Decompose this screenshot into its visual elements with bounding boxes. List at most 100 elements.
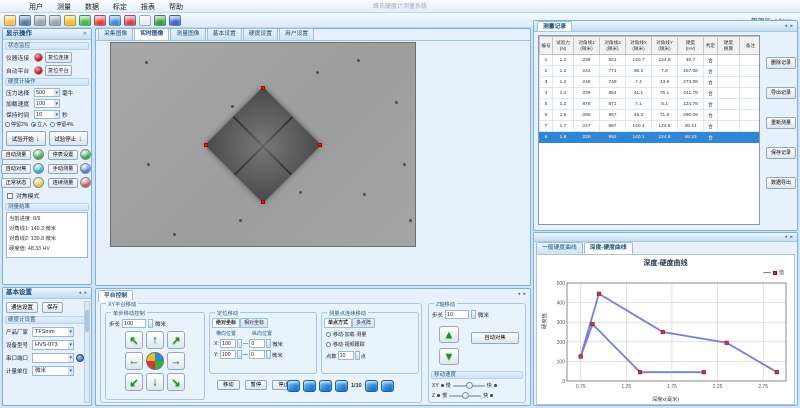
jog-s-button[interactable]: ↓ [146, 373, 164, 391]
test-start-button[interactable]: 试验开始↓ [6, 131, 46, 146]
tab-深度-硬度曲线[interactable]: 深度-硬度曲线 [584, 242, 633, 254]
sequence-radio-option[interactable]: 移动·视频跟踪 [326, 341, 414, 348]
tool-button-target[interactable]: 自动对焦 [1, 164, 31, 174]
map-icon[interactable] [33, 149, 44, 160]
radio-icon[interactable] [326, 332, 331, 337]
jog-e-button[interactable]: → [167, 352, 185, 370]
objective-lens-icon[interactable] [303, 380, 316, 392]
menu-item-1[interactable]: 用户 [24, 1, 48, 13]
jog-ne-button[interactable]: ↗ [167, 331, 185, 349]
export-icon[interactable] [49, 15, 61, 26]
settings-button-2[interactable]: 保存 [42, 302, 63, 313]
test-stop-button[interactable]: 试验停止↓ [49, 131, 89, 146]
table-row[interactable]: 21.224277198.37.8187.08合 [540, 66, 761, 77]
nodes-icon[interactable] [124, 15, 136, 26]
objective-lens-icon[interactable] [381, 380, 394, 392]
menu-item-3[interactable]: 数据 [80, 1, 104, 13]
tab-基本设置[interactable]: 基本设置 [207, 28, 242, 40]
sequence-radio-option[interactable]: 移动·加载·测量 [326, 331, 414, 338]
step-size-spinner[interactable] [148, 319, 153, 328]
tab-多点阵[interactable]: 多点阵 [352, 318, 375, 328]
jog-nw-button[interactable]: ↖ [125, 331, 143, 349]
tool-button-pencil[interactable]: 手动测量 [48, 164, 78, 174]
menu-item-6[interactable]: 帮助 [164, 1, 188, 13]
tab-单点方式[interactable]: 单点方式 [324, 318, 352, 328]
target-icon[interactable] [94, 15, 106, 26]
move-button[interactable]: 移动 [217, 380, 240, 390]
record-button-4[interactable]: 保存记录 [766, 147, 796, 159]
radio-icon[interactable] [5, 122, 10, 127]
caliper-icon[interactable] [80, 177, 91, 188]
points-count-input[interactable]: 10 [338, 351, 354, 360]
position-input[interactable]: 100 [220, 339, 236, 348]
table-row[interactable]: 71.7247987140.1124.848.31合 [540, 121, 761, 132]
menu-item-4[interactable]: 标定 [108, 1, 132, 13]
speed-slider-thumb[interactable] [466, 382, 473, 389]
radio-option[interactable]: 立入 [31, 121, 47, 128]
tool-button-map[interactable]: 自动测量 [1, 150, 31, 160]
settings-field-select[interactable]: 微米 [32, 366, 74, 376]
focus-mode-checkbox[interactable] [7, 193, 13, 199]
radio-icon[interactable] [326, 342, 331, 347]
pencil-icon[interactable] [109, 15, 121, 26]
jog-n-button[interactable]: ↑ [146, 331, 164, 349]
tool-button-clock[interactable]: 停表设置 [48, 150, 78, 160]
position-input[interactable]: 100 [220, 350, 236, 359]
tab-绝对坐标[interactable]: 绝对坐标 [212, 318, 240, 328]
speed-slider-track[interactable] [449, 395, 481, 397]
objective-lens-icon[interactable] [365, 380, 378, 392]
chart-nav-icons[interactable]: ◂ ▸ [785, 234, 794, 240]
table-row[interactable]: 51.28788717.18.1124.78合 [540, 99, 761, 110]
save-icon[interactable] [19, 15, 31, 26]
table-row[interactable]: 61.628596745.371.8280.05合 [540, 110, 761, 121]
settings-field-select[interactable]: HVS-0T3 [32, 340, 74, 350]
settings-button-1[interactable]: 通信设置 [6, 302, 38, 313]
record-button-3[interactable]: 重新测量 [766, 117, 796, 129]
tab-用户设置[interactable]: 用户设置 [279, 28, 314, 40]
tab-measurement-records[interactable]: 测量记录 [537, 21, 572, 31]
settings-scrollbar-thumb[interactable] [85, 310, 89, 332]
import-icon[interactable] [34, 15, 46, 26]
table-row[interactable]: 11.2238821140.7124.848.7合 [540, 55, 761, 66]
globe-icon[interactable] [169, 15, 181, 26]
settings-field-select[interactable] [32, 353, 74, 363]
control-field-select[interactable]: 100 [34, 99, 60, 108]
microscope-live-image[interactable] [110, 42, 416, 247]
jog-center-icon[interactable] [146, 352, 164, 370]
position-spinner-2[interactable] [266, 339, 271, 348]
radio-option[interactable]: 停留4% [50, 121, 73, 128]
z-up-button[interactable]: ▲ [439, 326, 459, 343]
tool-button-caliper[interactable]: 连续测量 [48, 178, 78, 188]
control-field-select[interactable]: 500 [34, 88, 60, 97]
z-down-button[interactable]: ▼ [439, 348, 459, 365]
clock-icon[interactable] [80, 149, 91, 160]
tab-采集图像[interactable]: 采集图像 [98, 28, 133, 40]
autofocus-button[interactable]: 自动对焦 [471, 332, 519, 344]
tab-实时图像[interactable]: 实时图像 [134, 28, 169, 40]
position-spinner[interactable] [237, 350, 242, 359]
objective-lens-icon[interactable] [319, 380, 332, 392]
target-icon[interactable] [33, 163, 44, 174]
frame-icon[interactable] [139, 15, 151, 26]
position-spinner-2[interactable] [266, 350, 271, 359]
pencil-icon[interactable] [80, 163, 91, 174]
record-button-5[interactable]: 数据导出 [766, 177, 796, 189]
tab-相对坐标[interactable]: 相对坐标 [240, 318, 268, 328]
settings-field-select[interactable]: TFSmm [32, 327, 74, 337]
reset-button[interactable]: 复位连接 [45, 52, 72, 63]
records-nav-icons[interactable]: ◂ ▸ [785, 21, 794, 31]
tab-硬度设置[interactable]: 硬度设置 [243, 28, 278, 40]
position-input-2[interactable]: 0 [249, 350, 265, 359]
panel-pin-icon[interactable]: ◂ ▸ [79, 288, 88, 298]
table-row[interactable]: 81.8228992140.1124.848.33合 [540, 132, 761, 143]
points-count-spinner[interactable] [355, 351, 360, 360]
radio-icon[interactable] [50, 122, 55, 127]
speed-slider-thumb[interactable] [462, 392, 469, 399]
tool-button-diamond[interactable]: 正常状态 [1, 178, 31, 188]
menu-item-2[interactable]: 测量 [52, 1, 76, 13]
tab-一般硬度曲线[interactable]: 一般硬度曲线 [536, 242, 583, 254]
table-row[interactable]: 41.423985441.176.1441.78合 [540, 88, 761, 99]
stage-panel-nav-icons[interactable]: ◂ ▸ [518, 291, 527, 297]
objective-lens-icon[interactable] [335, 380, 348, 392]
open-folder-icon[interactable] [4, 15, 16, 26]
